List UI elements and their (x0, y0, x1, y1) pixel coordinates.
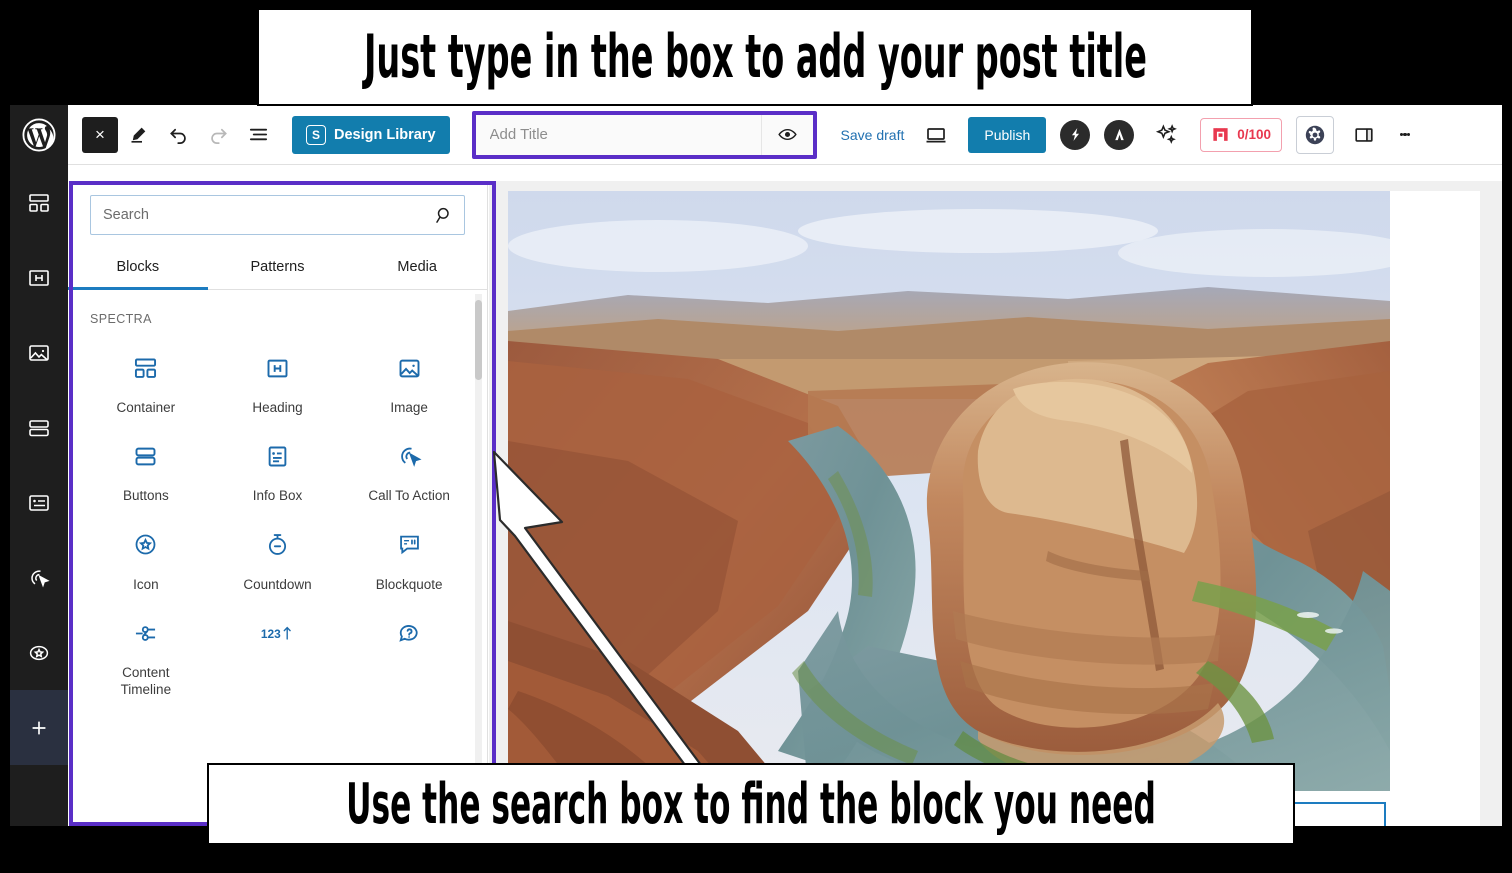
seo-score-badge[interactable]: 0/100 (1200, 117, 1283, 152)
screenshot-root: × S Design Library Add Title Save draft … (0, 0, 1512, 873)
buttons-icon (132, 442, 159, 470)
sidebar-item-call-to-action[interactable] (10, 540, 68, 615)
desktop-preview-icon[interactable] (916, 115, 956, 155)
block-item-counter[interactable]: 123 (212, 603, 344, 708)
sidebar-item-info-box[interactable] (10, 465, 68, 540)
container-icon (132, 354, 159, 382)
inserter-body: SPECTRA Container Heading Image Buttons … (68, 290, 487, 826)
callout-post-title-text: Just type in the box to add your post ti… (363, 22, 1147, 92)
svg-text:123: 123 (261, 628, 281, 642)
save-draft-button[interactable]: Save draft (841, 127, 905, 143)
close-inserter-button[interactable]: × (82, 116, 118, 153)
post-title-highlight (471, 110, 817, 159)
block-label: Icon (133, 576, 159, 592)
search-input[interactable] (91, 196, 424, 234)
heading-h-icon (264, 354, 291, 382)
sidebar-panel-icon[interactable] (1344, 115, 1384, 155)
sidebar-item-buttons[interactable] (10, 390, 68, 465)
undo-icon[interactable] (158, 115, 198, 155)
category-label-spectra: SPECTRA (90, 312, 152, 326)
search-row (68, 181, 487, 245)
wordpress-logo[interactable] (10, 105, 68, 165)
gear-icon[interactable] (1296, 115, 1335, 154)
quote-bubble-icon (396, 531, 423, 559)
stopwatch-icon (264, 531, 291, 559)
ai-sparkle-icon[interactable] (1146, 115, 1186, 155)
tab-media[interactable]: Media (347, 245, 487, 290)
inserter-tabs: Blocks Patterns Media (68, 245, 487, 290)
block-item-icon[interactable]: Icon (80, 515, 212, 603)
block-label: Container (116, 400, 176, 415)
editor-toolbar: × S Design Library Add Title Save draft … (68, 105, 1502, 165)
block-label: Heading (252, 400, 303, 415)
block-item-image[interactable]: Image (343, 338, 475, 426)
block-label: Content Timeline (120, 665, 172, 697)
block-label: Image (390, 400, 428, 415)
post-title-field[interactable] (475, 114, 813, 155)
block-label: Info Box (252, 488, 303, 504)
sidebar-item-heading[interactable] (10, 240, 68, 315)
editor-left-rail (10, 105, 68, 826)
pencil-icon[interactable] (118, 115, 158, 155)
info-box-icon (264, 442, 291, 470)
sidebar-item-icon[interactable] (10, 615, 68, 690)
star-badge-icon (132, 531, 159, 559)
sidebar-item-image[interactable] (10, 315, 68, 390)
callout-search-box-text: Use the search box to find the block you… (346, 771, 1156, 837)
block-item-call-to-action[interactable]: Call To Action (343, 426, 475, 514)
block-item-faq[interactable] (343, 603, 475, 708)
sidebar-item-container[interactable] (10, 165, 68, 240)
design-library-label: Design Library (334, 126, 436, 143)
call-to-action-icon (396, 442, 423, 470)
search-box[interactable] (90, 195, 465, 235)
faq-question-icon (396, 619, 423, 647)
block-item-blockquote[interactable]: Blockquote (343, 515, 475, 603)
image-icon (396, 354, 423, 382)
counter-123-icon: 123 (260, 619, 294, 647)
sidebar-item-add-block[interactable] (10, 690, 68, 765)
tab-blocks[interactable]: Blocks (68, 245, 208, 290)
spectra-s-icon: S (306, 124, 326, 145)
list-view-icon[interactable] (238, 115, 278, 155)
inserter-scrollbar-thumb[interactable] (475, 300, 482, 380)
seo-score-text: 0/100 (1237, 127, 1272, 142)
annotation-arrow (492, 450, 720, 798)
block-item-heading[interactable]: Heading (212, 338, 344, 426)
block-item-content-timeline[interactable]: Content Timeline (80, 603, 212, 708)
block-label: Blockquote (375, 576, 443, 592)
eye-icon[interactable] (760, 114, 813, 155)
post-title-input[interactable] (475, 114, 761, 155)
timeline-icon (132, 619, 159, 647)
spectra-bolt-icon[interactable] (1060, 119, 1091, 150)
callout-post-title: Just type in the box to add your post ti… (257, 8, 1253, 106)
publish-button[interactable]: Publish (968, 116, 1047, 153)
callout-search-box: Use the search box to find the block you… (207, 763, 1295, 845)
block-item-info-box[interactable]: Info Box (212, 426, 344, 514)
block-inserter-panel: Blocks Patterns Media SPECTRA Container (68, 181, 488, 826)
block-item-container[interactable]: Container (80, 338, 212, 426)
search-icon[interactable] (424, 205, 464, 226)
rankmath-icon (1213, 128, 1228, 141)
block-item-buttons[interactable]: Buttons (80, 426, 212, 514)
block-label: Call To Action (368, 488, 450, 504)
tab-patterns[interactable]: Patterns (208, 245, 348, 290)
block-grid: Container Heading Image Buttons Info Box… (68, 332, 487, 708)
astra-icon[interactable] (1104, 119, 1135, 150)
design-library-button[interactable]: S Design Library (292, 115, 450, 154)
block-item-countdown[interactable]: Countdown (212, 515, 344, 603)
block-label: Buttons (122, 488, 169, 504)
block-label: Countdown (243, 576, 312, 592)
redo-icon[interactable] (198, 115, 238, 155)
more-options-icon[interactable] (1390, 115, 1420, 155)
